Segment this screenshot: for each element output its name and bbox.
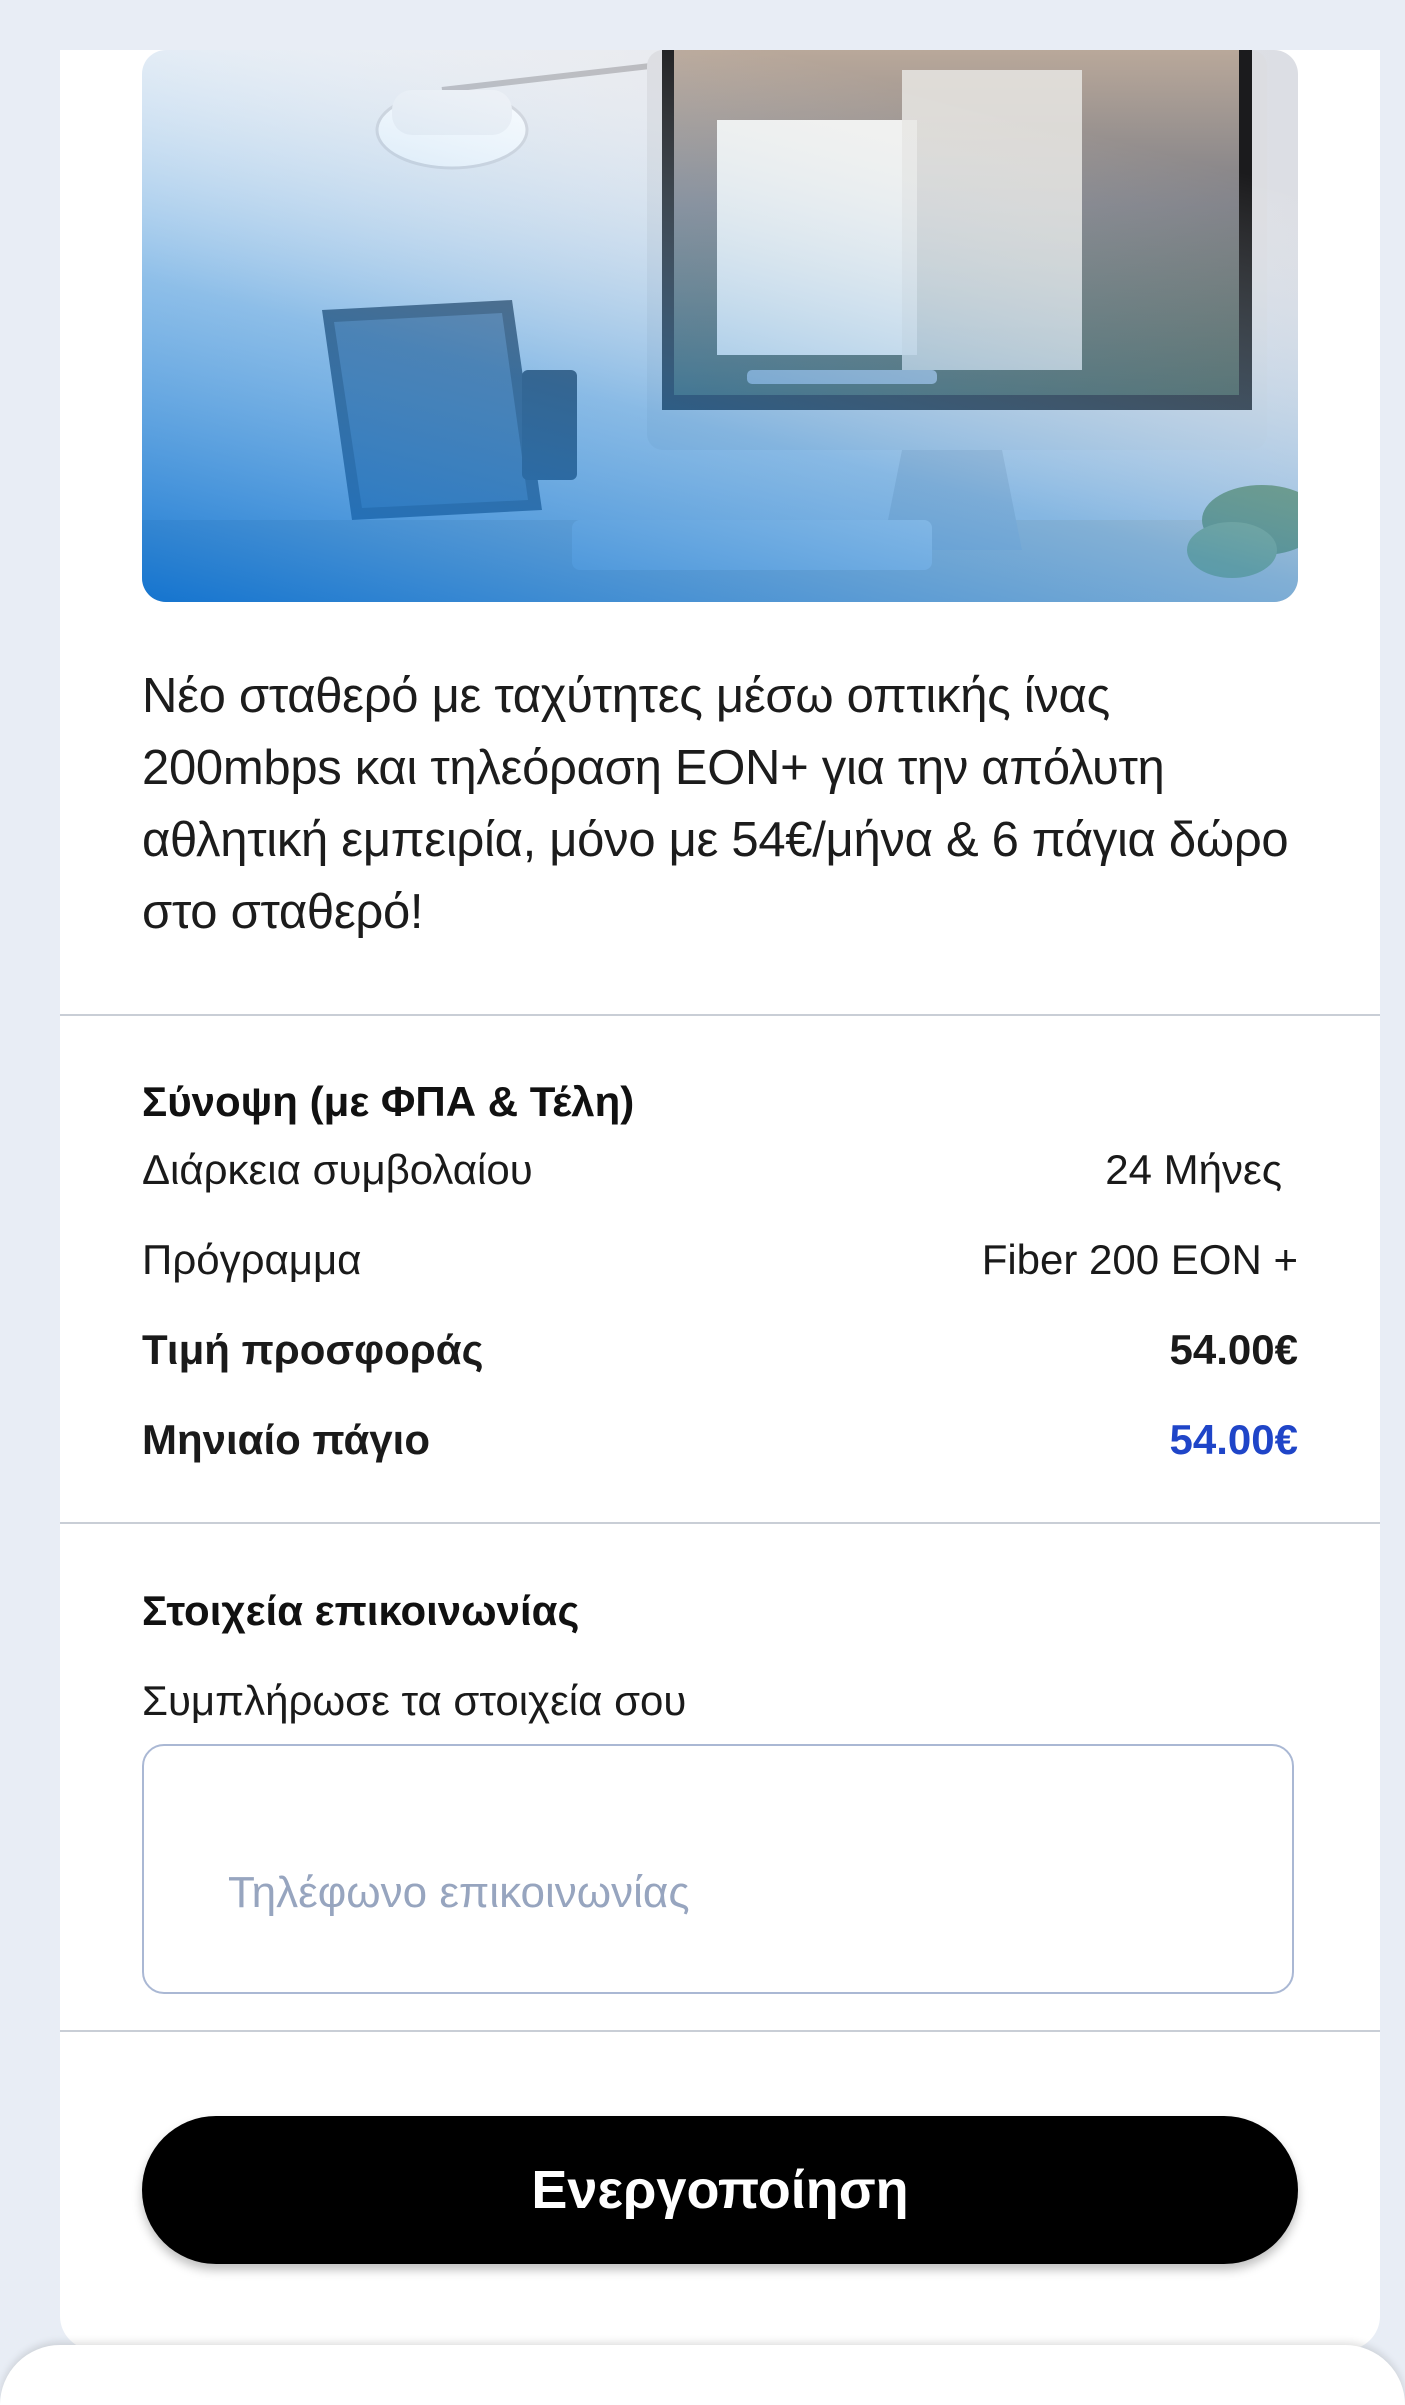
divider xyxy=(60,1014,1380,1016)
summary-title: Σύνοψη (με ΦΠΑ & Τέλη) xyxy=(142,1078,635,1125)
summary-row-offer-price: Τιμή προσφοράς 54.00€ xyxy=(142,1320,1298,1380)
bottom-sheet xyxy=(0,2345,1405,2405)
row-value: 24 Μήνες xyxy=(1105,1146,1282,1193)
phone-input[interactable] xyxy=(142,1744,1294,1994)
activate-button[interactable]: Ενεργοποίηση xyxy=(142,2116,1298,2264)
summary-row-monthly-fee: Μηνιαίο πάγιο 54.00€ xyxy=(142,1410,1298,1470)
row-value: Fiber 200 EON + xyxy=(981,1236,1298,1283)
summary-row-program: Πρόγραμμα Fiber 200 EON + xyxy=(142,1230,1298,1290)
offer-card: Νέο σταθερό με ταχύτητες μέσω οπτικής ίν… xyxy=(60,50,1380,2350)
row-value: 54.00€ xyxy=(1169,1326,1298,1373)
contact-title: Στοιχεία επικοινωνίας xyxy=(142,1587,580,1634)
row-value: 54.00€ xyxy=(1169,1416,1298,1463)
row-label: Μηνιαίο πάγιο xyxy=(142,1416,430,1463)
summary-row-duration: Διάρκεια συμβολαίου 24 Μήνες xyxy=(142,1140,1298,1200)
row-label: Πρόγραμμα xyxy=(142,1236,362,1283)
row-label: Διάρκεια συμβολαίου xyxy=(142,1146,533,1193)
row-label: Τιμή προσφοράς xyxy=(142,1326,484,1373)
offer-description: Νέο σταθερό με ταχύτητες μέσω οπτικής ίν… xyxy=(142,669,1289,939)
contact-subtitle: Συμπλήρωσε τα στοιχεία σου xyxy=(142,1677,687,1724)
divider xyxy=(60,1522,1380,1524)
hero-image xyxy=(142,50,1298,602)
divider xyxy=(60,2030,1380,2032)
